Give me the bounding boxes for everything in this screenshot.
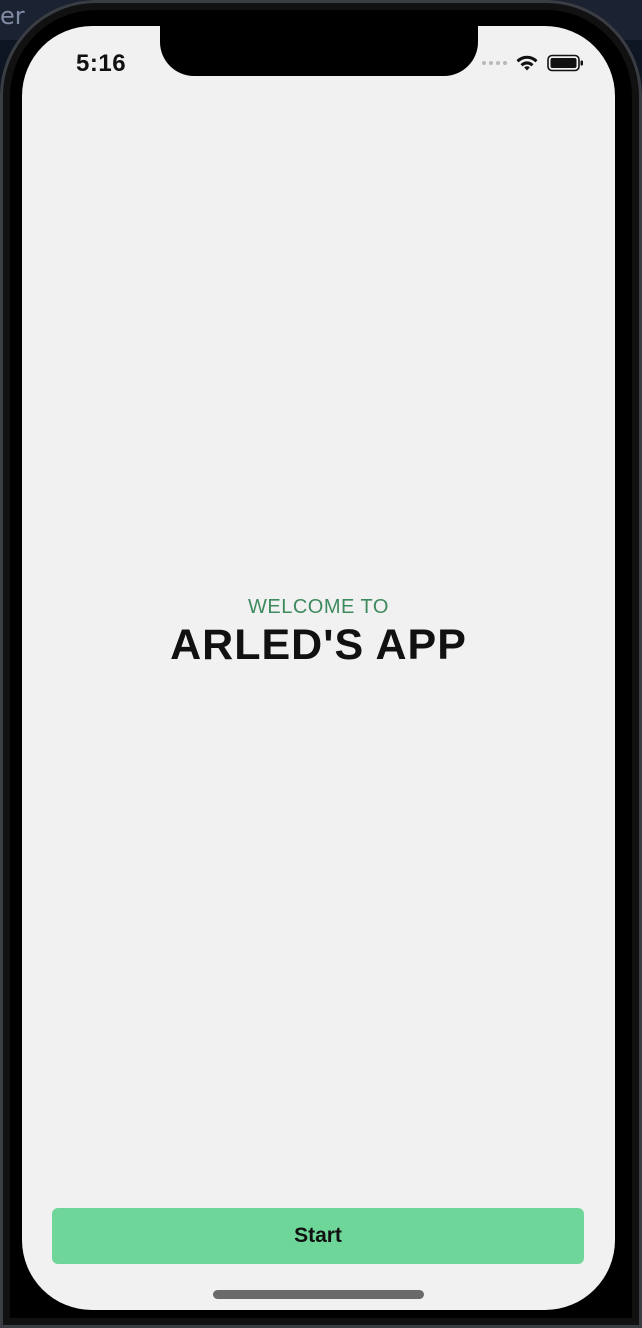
camera-notch	[160, 26, 478, 76]
start-button[interactable]: Start	[52, 1208, 584, 1264]
app-screen: 5:16 WELCOME TO ARLED'S APP Start	[22, 26, 615, 1310]
welcome-block: WELCOME TO ARLED'S APP	[22, 596, 615, 670]
battery-icon	[547, 54, 583, 72]
host-window-edge-text: er	[0, 2, 25, 30]
app-title: ARLED'S APP	[170, 621, 467, 669]
wifi-icon	[516, 55, 538, 71]
status-icons	[482, 54, 585, 72]
phone-frame: 5:16 WELCOME TO ARLED'S APP Start	[0, 0, 642, 1328]
status-time: 5:16	[76, 50, 127, 77]
home-indicator[interactable]	[213, 1290, 424, 1299]
welcome-subtitle: WELCOME TO	[248, 596, 389, 618]
cellular-signal-icon	[482, 61, 507, 65]
